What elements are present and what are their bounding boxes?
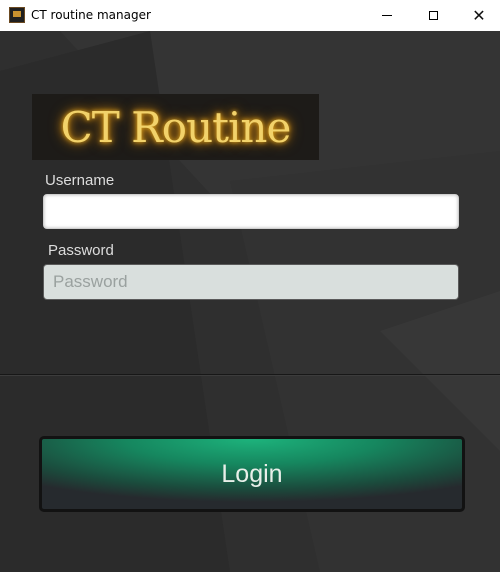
username-label: Username (45, 172, 115, 189)
close-icon: ✕ (472, 5, 486, 25)
password-input[interactable] (43, 264, 459, 300)
title-bar[interactable]: CT routine manager ✕ (0, 0, 500, 31)
login-panel: CT Routine Username Password Login (0, 31, 500, 572)
window-title: CT routine manager (31, 8, 151, 22)
maximize-button[interactable] (410, 0, 456, 31)
app-logo: CT Routine (32, 94, 319, 160)
maximize-icon (428, 11, 438, 20)
logo-text: CT Routine (60, 102, 292, 152)
close-button[interactable]: ✕ (456, 0, 500, 31)
username-input[interactable] (43, 194, 459, 229)
app-window: CT routine manager ✕ CT Routine Username… (0, 0, 500, 572)
login-button-label: Login (221, 459, 283, 488)
login-button[interactable]: Login (39, 436, 465, 512)
section-divider-highlight (0, 375, 500, 376)
minimize-icon (382, 15, 392, 16)
minimize-button[interactable] (364, 0, 410, 31)
app-icon (9, 7, 25, 23)
password-label: Password (48, 242, 114, 259)
